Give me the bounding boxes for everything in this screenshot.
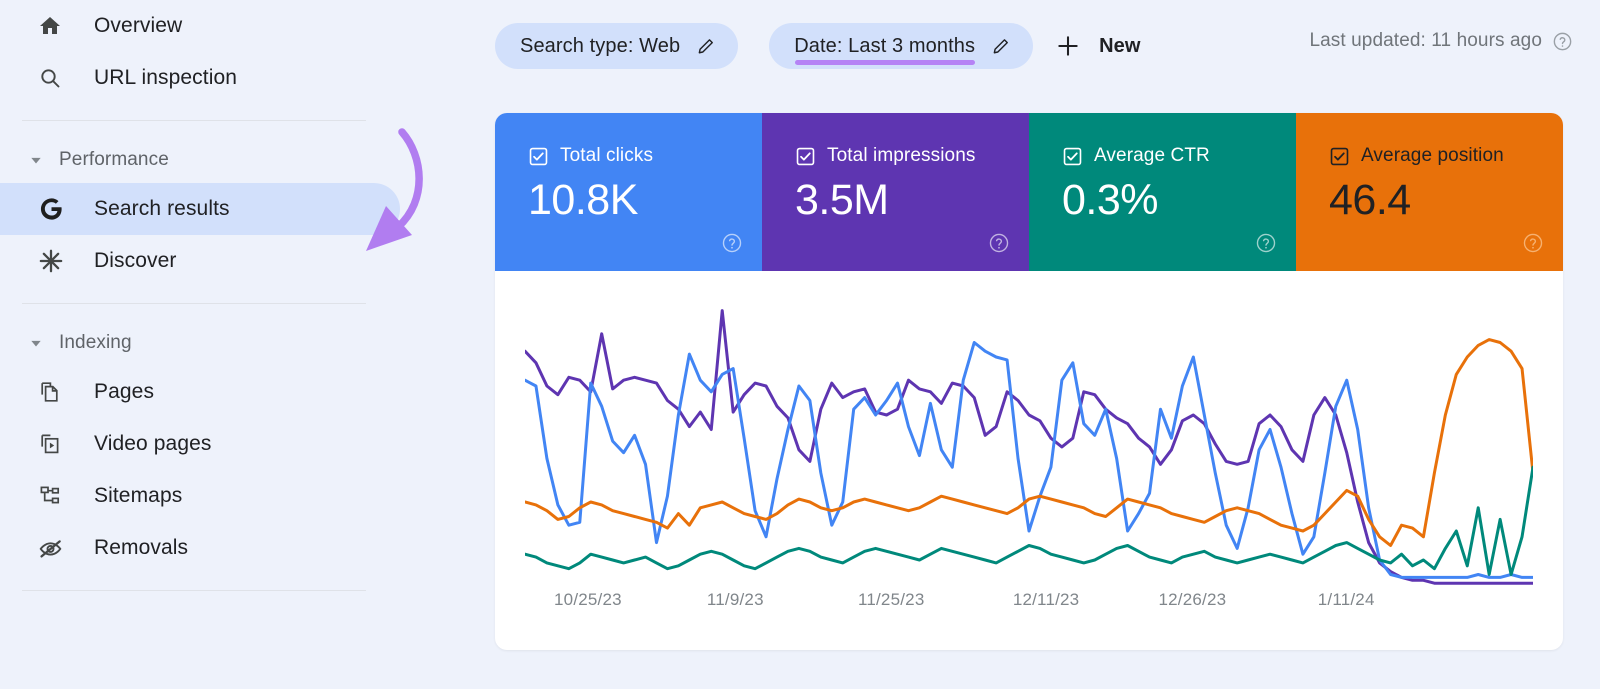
last-updated-text: Last updated: 11 hours ago [1309, 30, 1542, 51]
filter-chip-search-type[interactable]: Search type: Web [495, 23, 739, 69]
sidebar-item-video-pages[interactable]: Video pages [0, 418, 470, 470]
sidebar-item-label: Search results [94, 197, 230, 220]
metric-card-average-ctr[interactable]: Average CTR 0.3% [1029, 113, 1296, 271]
sidebar-item-overview[interactable]: Overview [0, 0, 470, 52]
performance-card: Total clicks 10.8K Total impressions 3.5… [495, 113, 1563, 650]
sidebar-section-label: Indexing [59, 332, 132, 353]
metric-card-total-impressions[interactable]: Total impressions 3.5M [762, 113, 1029, 271]
sidebar-item-label: Discover [94, 249, 177, 272]
metric-label: Total impressions [827, 145, 976, 166]
sidebar-divider-1 [22, 120, 366, 121]
sidebar-item-label: Sitemaps [94, 484, 183, 507]
chevron-down-icon [27, 151, 45, 169]
sidebar-item-label: Video pages [94, 432, 212, 455]
sidebar-item-label: Removals [94, 536, 189, 559]
sidebar-item-pages[interactable]: Pages [0, 366, 470, 418]
metric-value: 46.4 [1329, 176, 1411, 224]
x-axis-tick-label: 1/11/24 [1317, 590, 1375, 609]
video-icon [38, 432, 72, 456]
metric-value: 3.5M [795, 176, 889, 224]
checkbox-checked-icon[interactable] [1062, 146, 1082, 166]
sidebar-section-performance[interactable]: Performance [0, 137, 470, 183]
edit-pencil-icon[interactable] [696, 36, 716, 56]
discover-icon [38, 248, 72, 274]
chart-line-total-clicks [525, 343, 1533, 578]
checkbox-checked-icon[interactable] [795, 146, 815, 166]
metric-label: Total clicks [560, 145, 654, 166]
metric-value: 0.3% [1062, 176, 1159, 224]
filter-chip-label: Date: Last 3 months [794, 34, 976, 57]
help-icon[interactable] [1552, 31, 1573, 52]
chart-line-average-position [525, 340, 1533, 546]
x-axis-tick-label: 12/11/23 [1012, 590, 1080, 609]
help-icon[interactable] [988, 232, 1010, 254]
search-icon [38, 66, 72, 90]
sidebar-divider-3 [22, 590, 366, 591]
edit-pencil-icon[interactable] [991, 36, 1011, 56]
filters-toolbar: Search type: Web Date: Last 3 months New… [470, 0, 1600, 92]
sitemap-icon [38, 484, 72, 508]
sidebar-item-label: Overview [94, 14, 183, 37]
metric-card-average-position[interactable]: Average position 46.4 [1296, 113, 1563, 271]
x-axis-tick-label: 11/25/23 [857, 590, 925, 609]
help-icon[interactable] [1255, 232, 1277, 254]
checkbox-checked-icon[interactable] [1329, 146, 1349, 166]
x-axis-tick-label: 11/9/23 [706, 590, 764, 609]
sidebar-section-indexing[interactable]: Indexing [0, 320, 470, 366]
pages-icon [38, 380, 72, 404]
add-new-filter-button[interactable]: New [1045, 24, 1150, 68]
sidebar-item-label: Pages [94, 380, 155, 403]
sidebar-item-removals[interactable]: Removals [0, 522, 470, 574]
sidebar-item-sitemaps[interactable]: Sitemaps [0, 470, 470, 522]
chart-plot-area [525, 299, 1533, 589]
filter-chip-label: Search type: Web [520, 34, 681, 57]
x-axis-tick-label: 12/26/23 [1158, 590, 1227, 609]
checkbox-checked-icon[interactable] [528, 146, 548, 166]
sidebar-item-search-results[interactable]: Search results [0, 183, 400, 235]
main-content: Search type: Web Date: Last 3 months New… [470, 0, 1600, 689]
sidebar-item-url-inspection[interactable]: URL inspection [0, 52, 470, 104]
chip-highlight-underline [795, 60, 976, 65]
last-updated-status: Last updated: 11 hours ago [1309, 30, 1573, 52]
metric-label: Average position [1361, 145, 1504, 166]
chart-line-total-impressions [525, 311, 1533, 584]
add-new-filter-label: New [1099, 34, 1141, 57]
metric-card-total-clicks[interactable]: Total clicks 10.8K [495, 113, 762, 271]
metric-label: Average CTR [1094, 145, 1210, 166]
plus-icon [1055, 33, 1081, 59]
sidebar: Overview URL inspection Performance Sear… [0, 0, 470, 689]
chevron-down-icon [27, 334, 45, 352]
home-icon [38, 14, 72, 38]
sidebar-item-label: URL inspection [94, 66, 238, 89]
google-g-icon [38, 196, 72, 222]
x-axis-tick-label: 10/25/23 [554, 590, 622, 609]
eye-off-icon [38, 536, 72, 561]
metric-value: 10.8K [528, 176, 638, 224]
help-icon[interactable] [721, 232, 743, 254]
help-icon[interactable] [1522, 232, 1544, 254]
metrics-row: Total clicks 10.8K Total impressions 3.5… [495, 113, 1563, 271]
chart-line-average-ctr [525, 467, 1533, 574]
sidebar-divider-2 [22, 303, 366, 304]
chart-x-axis: 10/25/23 11/9/23 11/25/23 12/11/23 12/26/23 1… [495, 590, 1563, 614]
sidebar-item-discover[interactable]: Discover [0, 235, 470, 287]
sidebar-section-label: Performance [59, 149, 169, 170]
performance-chart: 10/25/23 11/9/23 11/25/23 12/11/23 12/26/23 1… [495, 271, 1563, 650]
filter-chip-date[interactable]: Date: Last 3 months [769, 23, 1034, 69]
